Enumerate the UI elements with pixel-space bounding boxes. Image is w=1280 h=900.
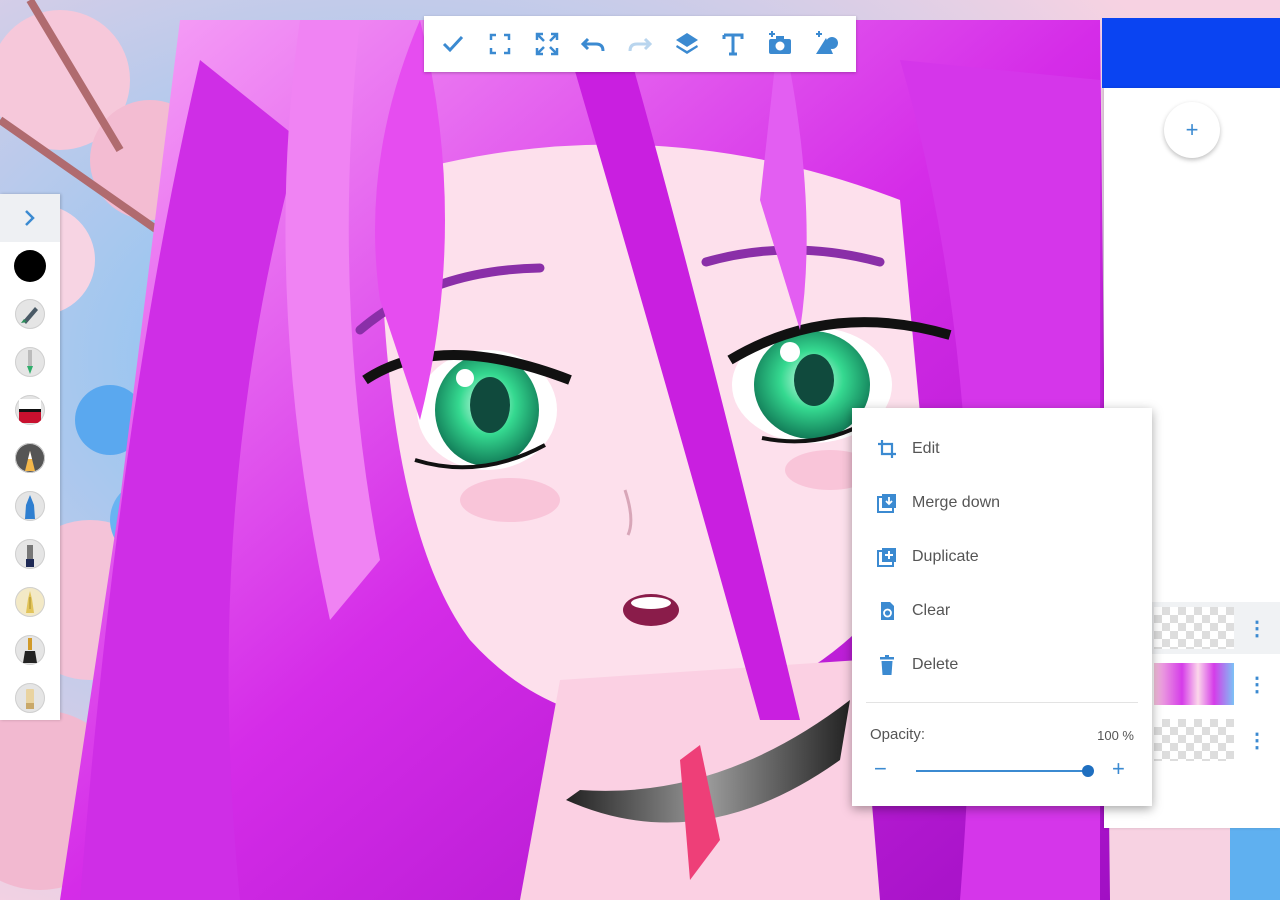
clear-icon: [876, 600, 898, 622]
more-vertical-icon[interactable]: ⋮: [1247, 613, 1267, 643]
opacity-slider-thumb[interactable]: [1082, 765, 1094, 777]
menu-item-delete[interactable]: Delete: [852, 638, 1152, 692]
redo-icon[interactable]: [620, 24, 660, 64]
camera-icon[interactable]: [760, 24, 800, 64]
select-icon[interactable]: [480, 24, 520, 64]
flat-brush-icon: [15, 635, 45, 665]
airbrush-icon: [15, 443, 45, 473]
opacity-label: Opacity:: [870, 726, 926, 743]
layer-thumbnail: [1154, 607, 1234, 649]
ink-pen-icon: [15, 539, 45, 569]
add-layer-button[interactable]: +: [1164, 102, 1220, 158]
plus-icon: +: [1185, 117, 1199, 142]
brush-flat[interactable]: [0, 626, 60, 674]
shapes-icon[interactable]: [807, 24, 847, 64]
top-toolbar: [424, 16, 856, 72]
pen-icon: [15, 299, 45, 329]
menu-item-edit[interactable]: Edit: [852, 422, 1152, 476]
expand-toolbar-button[interactable]: [0, 194, 60, 242]
brush-marker[interactable]: [0, 338, 60, 386]
brush-paint[interactable]: [0, 386, 60, 434]
brush-calligraphy[interactable]: [0, 578, 60, 626]
menu-item-clear[interactable]: Clear: [852, 584, 1152, 638]
menu-item-merge-down[interactable]: Merge down: [852, 476, 1152, 530]
opacity-decrease-button[interactable]: −: [874, 758, 894, 780]
check-icon[interactable]: [433, 24, 473, 64]
opacity-slider-track[interactable]: [916, 770, 1088, 772]
brush-toolbar: [0, 194, 60, 720]
undo-icon[interactable]: [573, 24, 613, 64]
brush-crayon[interactable]: [0, 482, 60, 530]
layers-header: [1102, 18, 1280, 88]
duplicate-icon: [876, 546, 898, 568]
brush-ink[interactable]: [0, 530, 60, 578]
color-picker-button[interactable]: [0, 242, 60, 290]
menu-divider: [866, 702, 1138, 703]
fullscreen-icon[interactable]: [527, 24, 567, 64]
opacity-increase-button[interactable]: +: [1112, 758, 1132, 780]
more-vertical-icon[interactable]: ⋮: [1247, 725, 1267, 755]
eraser-icon: [15, 683, 45, 713]
crayon-icon: [15, 491, 45, 521]
brush-airbrush[interactable]: [0, 434, 60, 482]
brush-pen[interactable]: [0, 290, 60, 338]
crop-icon: [876, 438, 898, 460]
merge-down-icon: [876, 492, 898, 514]
layer-thumbnail: [1154, 719, 1234, 761]
trash-icon: [876, 654, 898, 676]
calligraphy-icon: [15, 587, 45, 617]
layer-context-menu: Edit Merge down Duplicate Clear Delete O…: [852, 408, 1152, 806]
marker-icon: [15, 347, 45, 377]
paint-brush-icon: [15, 395, 45, 425]
brush-eraser[interactable]: [0, 674, 60, 722]
opacity-value: 100 %: [1097, 728, 1134, 743]
more-vertical-icon[interactable]: ⋮: [1247, 669, 1267, 699]
text-icon[interactable]: [713, 24, 753, 64]
layers-icon[interactable]: [667, 24, 707, 64]
layer-thumbnail: [1154, 663, 1234, 705]
menu-item-duplicate[interactable]: Duplicate: [852, 530, 1152, 584]
chevron-right-icon: [25, 210, 35, 226]
current-color-swatch: [14, 250, 46, 282]
